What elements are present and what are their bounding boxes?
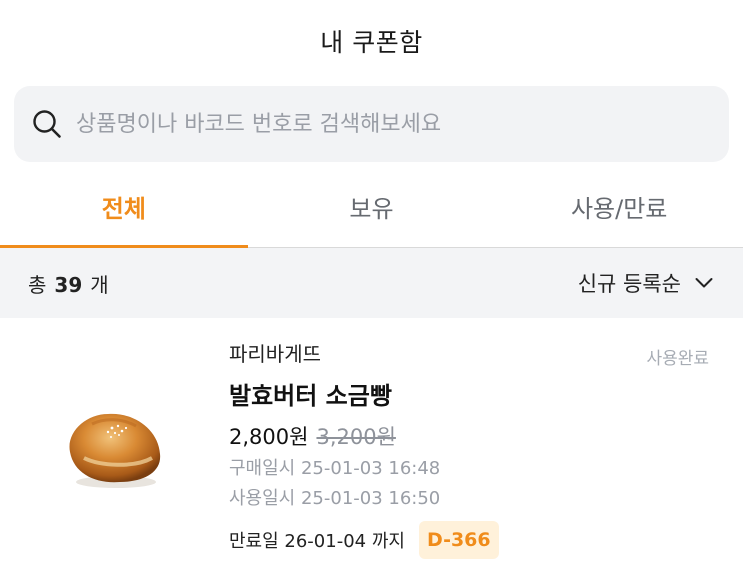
sale-price: 2,800원 (229, 425, 309, 449)
d-day-badge: D-366 (418, 521, 499, 559)
coupon-info: 파리바게뜨 사용완료 발효버터 소금빵 2,800원 3,200원 구매일시 2… (229, 340, 709, 562)
coupon-item[interactable]: 파리바게뜨 사용완료 발효버터 소금빵 2,800원 3,200원 구매일시 2… (0, 318, 743, 565)
sort-label: 신규 등록순 (577, 272, 681, 296)
price-row: 2,800원 3,200원 (229, 422, 709, 452)
header: 내 쿠폰함 (0, 0, 743, 82)
page-title: 내 쿠폰함 (320, 28, 423, 57)
expire-row: 만료일 26-01-04 까지 D-366 (229, 518, 709, 562)
product-name: 발효버터 소금빵 (229, 382, 392, 410)
count-prefix: 총 (28, 272, 47, 297)
sort-dropdown[interactable]: 신규 등록순 (578, 268, 713, 298)
tab-bar: 전체 보유 사용/만료 (0, 166, 743, 248)
sort-bar: 총 39 개 신규 등록순 (0, 248, 743, 318)
chevron-down-icon (695, 274, 713, 292)
item-count: 총 39 개 (28, 269, 109, 298)
tab-used-expired[interactable]: 사용/만료 (495, 166, 743, 247)
count-number: 39 (54, 272, 83, 297)
count-suffix: 개 (90, 272, 109, 297)
purchase-date: 구매일시 25-01-03 16:48 (229, 458, 441, 479)
use-date: 사용일시 25-01-03 16:50 (229, 488, 441, 509)
search-bar[interactable] (14, 86, 729, 162)
expire-date: 만료일 26-01-04 까지 (229, 531, 405, 552)
product-image (62, 402, 166, 492)
tab-all[interactable]: 전체 (0, 166, 248, 248)
coupon-page: 내 쿠폰함 전체 보유 사용/만료 총 39 개 신규 등록순 (0, 0, 743, 565)
search-icon[interactable] (32, 109, 62, 139)
original-price: 3,200원 (316, 425, 396, 449)
search-input[interactable] (76, 111, 696, 137)
brand-name: 파리바게뜨 (229, 342, 321, 366)
tab-owned[interactable]: 보유 (248, 166, 496, 247)
status-badge: 사용완료 (646, 349, 709, 369)
